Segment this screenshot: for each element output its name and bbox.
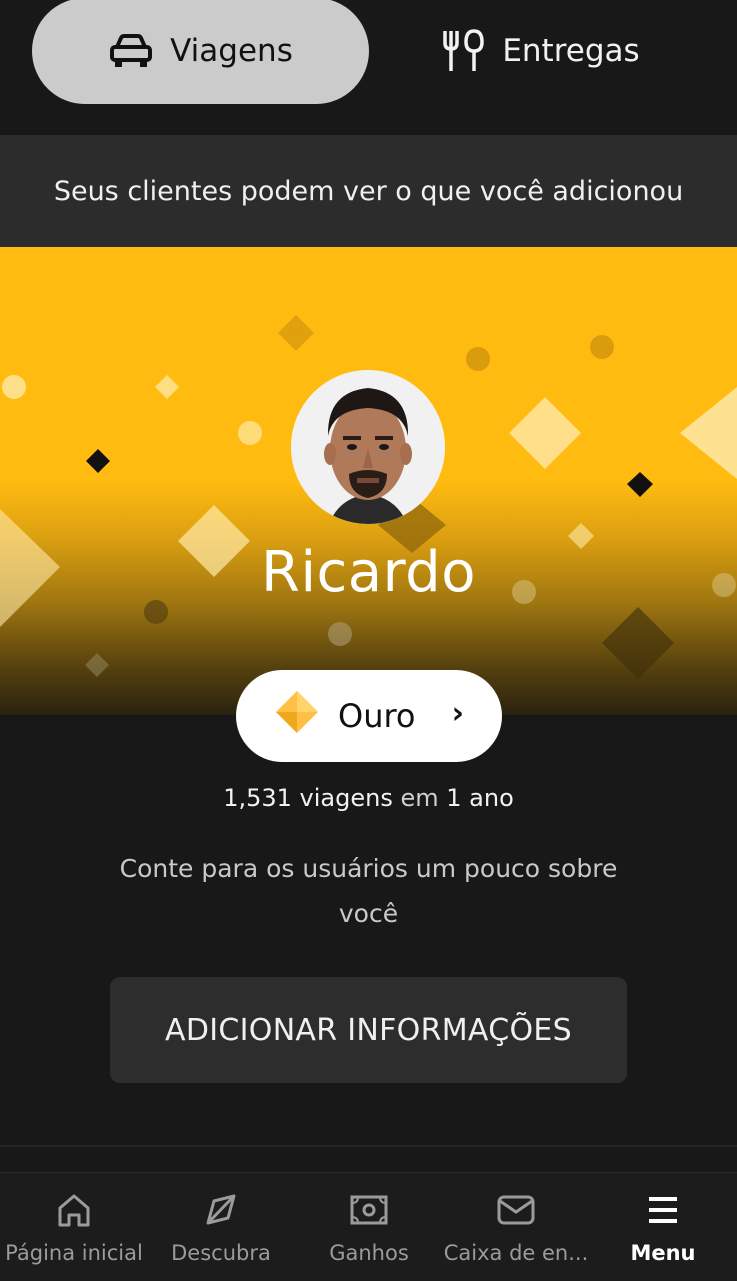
trip-type-tabs: Viagens Entregas [0,0,737,135]
mail-icon [496,1191,536,1234]
trip-stats: 1,531 viagens em 1 ano [0,784,737,812]
tab-entregas-label: Entregas [502,33,640,69]
chevron-right-icon: › [451,696,464,731]
tier-status-button[interactable]: Ouro › [236,670,502,762]
nav-item-menu[interactable]: Menu [589,1173,737,1281]
nav-item-discover[interactable]: Descubra [147,1173,295,1281]
gold-tier-icon [274,689,320,743]
nav-item-home[interactable]: Página inicial [0,1173,148,1281]
driver-name: Ricardo [261,540,476,605]
compass-icon [202,1191,240,1234]
tenure: 1 ano [446,784,514,812]
tab-viagens-label: Viagens [170,33,293,69]
nav-item-earnings[interactable]: Ganhos [295,1173,443,1281]
nav-label-menu: Menu [630,1241,696,1265]
earnings-icon [349,1191,389,1234]
trips-conjunction: em [400,784,439,812]
driver-photo [291,370,445,524]
nav-label-home: Página inicial [5,1241,143,1265]
visibility-notice-text: Seus clientes podem ver o que você adici… [53,175,684,207]
tab-viagens[interactable]: Viagens [32,0,369,104]
driver-avatar[interactable] [291,370,445,524]
nav-label-discover: Descubra [171,1241,271,1265]
fork-knife-icon [440,29,486,73]
bottom-navigation: Página inicial Descubra Ganhos Caixa de … [0,1172,737,1281]
visibility-notice: Seus clientes podem ver o que você adici… [0,135,737,247]
add-info-button[interactable]: ADICIONAR INFORMAÇÕES [110,977,627,1083]
nav-label-earnings: Ganhos [329,1241,409,1265]
trips-count: 1,531 viagens [223,784,393,812]
nav-label-inbox: Caixa de en... [443,1241,589,1265]
car-icon [108,33,154,69]
menu-icon [644,1191,682,1234]
tab-entregas[interactable]: Entregas [400,0,680,104]
home-icon [55,1191,93,1234]
section-divider [0,1145,737,1147]
bio-prompt: Conte para os usuários um pouco sobre vo… [119,854,618,928]
add-info-button-label: ADICIONAR INFORMAÇÕES [165,1012,572,1048]
tier-label: Ouro [338,697,416,735]
nav-item-inbox[interactable]: Caixa de en... [442,1173,590,1281]
